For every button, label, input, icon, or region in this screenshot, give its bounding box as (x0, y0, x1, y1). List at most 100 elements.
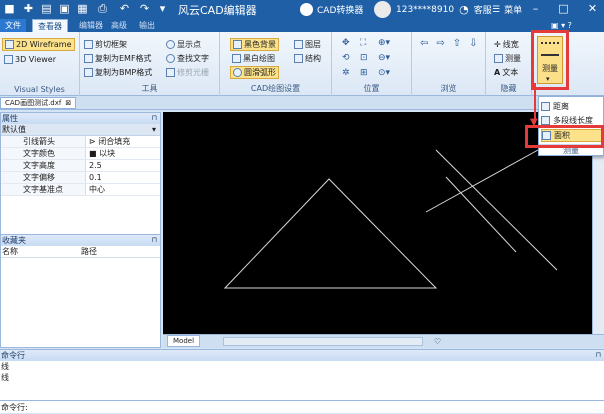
bw-drawing-button[interactable]: 黑白绘图 (232, 52, 275, 65)
show-points-button[interactable]: 显示点 (166, 38, 201, 51)
text-button[interactable]: A 文本 (494, 66, 518, 79)
close-tab-icon[interactable]: ⊠ (65, 98, 71, 108)
measure-button-label: 测量 (542, 64, 558, 73)
orbit-icon[interactable]: ✲ (342, 68, 360, 78)
copy-bmp-button[interactable]: 复制为BMP格式 (84, 66, 152, 79)
find-text-button[interactable]: 查找文字 (166, 52, 209, 65)
open-file-icon[interactable]: ▤ (40, 2, 53, 15)
property-value: 2.5 (89, 161, 102, 170)
title-bar: ■ ✚ ▤ ▣ ▦ ⎙ ↶ ↷ ▾ 风云CAD编辑器 CAD转换器 123***… (0, 0, 604, 19)
favorites-col-name[interactable]: 名称 (1, 246, 81, 257)
pin-icon[interactable]: ⊓ (596, 350, 601, 361)
clip-frame-button[interactable]: 剪切框架 (84, 38, 127, 51)
clip-frame-label: 剪切框架 (95, 40, 127, 49)
rotate-icon[interactable]: ⟲ (342, 53, 360, 63)
distance-label: 距离 (553, 102, 569, 111)
property-row[interactable]: 文字基准点 中心 (1, 184, 160, 196)
bw-drawing-label: 黑白绘图 (243, 54, 275, 63)
tab-advanced[interactable]: 高级 (106, 19, 132, 32)
group-position: ✥ ⛶ ⊕▾ ⟲ ⊡ ⊖▾ ✲ ⊞ ⊙▾ 位置 (332, 32, 412, 96)
document-tab[interactable]: CAD画图测试.dxf ⊠ (0, 97, 77, 109)
undo-icon[interactable]: ↶ (118, 2, 131, 15)
menu-item-distance[interactable]: 距离 (541, 100, 603, 113)
property-row[interactable]: 引线箭头 ⊳ 闭合填充 (1, 136, 160, 148)
black-background-label: 黑色背景 (244, 40, 276, 49)
pin-icon[interactable]: ⊓ (152, 113, 157, 124)
service-link[interactable]: 客服 (474, 3, 492, 16)
property-value-text: 以块 (99, 149, 116, 158)
structure-button[interactable]: 结构 (294, 52, 321, 65)
line-segment[interactable] (435, 149, 558, 271)
quick-access-dropdown-icon[interactable]: ▾ (156, 2, 169, 15)
model-tab[interactable]: Model (167, 335, 201, 347)
smooth-arc-button[interactable]: 圆滑弧形 (230, 66, 279, 79)
save-icon[interactable]: ▣ (58, 2, 71, 15)
close-icon[interactable]: ✕ (585, 2, 600, 16)
group-cad-settings: 黑色背景 黑白绘图 圆滑弧形 图层 结构 CAD绘图设置 (220, 32, 332, 96)
command-input[interactable]: 命令行: (0, 400, 604, 414)
extents-icon[interactable]: ⊞ (360, 68, 378, 78)
zoom-out-icon[interactable]: ⊖▾ (378, 53, 396, 63)
tab-output[interactable]: 输出 (134, 19, 160, 32)
pan-icon[interactable]: ✥ (342, 38, 360, 48)
property-row[interactable]: 文字偏移 0.1 (1, 172, 160, 184)
line-width-label: 线宽 (502, 40, 519, 49)
search-icon (166, 54, 175, 63)
print-icon[interactable]: ⎙ (96, 2, 109, 15)
maximize-icon[interactable]: □ (556, 2, 571, 16)
measure-small-button[interactable]: 测量 (494, 52, 521, 65)
line-segment[interactable] (445, 176, 517, 253)
cad-converter-button[interactable]: CAD转换器 (300, 1, 363, 17)
distance-icon (541, 102, 550, 111)
arrow-left-icon[interactable]: ⇦ (420, 38, 428, 49)
heart-icon[interactable]: ♡ (434, 337, 441, 346)
find-text-label: 查找文字 (177, 54, 209, 63)
property-value: ⊳ 闭合填充 (86, 136, 130, 147)
arrow-right-icon[interactable]: ⇨ (436, 38, 444, 49)
triangle-shape[interactable] (223, 178, 438, 289)
line-segment[interactable] (425, 149, 539, 213)
avatar[interactable] (374, 1, 391, 18)
zoom-in-icon[interactable]: ⊕▾ (378, 38, 396, 48)
fit-icon[interactable]: ⛶ (360, 38, 378, 48)
pin-icon[interactable]: ⊓ (152, 235, 157, 246)
black-background-button[interactable]: 黑色背景 (230, 38, 279, 51)
property-key: 文字基准点 (1, 184, 86, 195)
user-area[interactable]: 123****8910 ◔ 客服 (374, 0, 492, 19)
command-line: 线 (1, 373, 9, 382)
arrow-up-icon[interactable]: ⇧ (453, 38, 461, 49)
trim-raster-button[interactable]: 修剪光栅 (166, 66, 209, 79)
properties-panel: 属性 ⊓ 默认值 ▾ 引线箭头 ⊳ 闭合填充 文字颜色 ■ 以块 文字高度 2.5 文字偏… (0, 112, 161, 235)
group-tools: 剪切框架 复制为EMF格式 复制为BMP格式 显示点 查找文字 修剪光栅 工具 (80, 32, 220, 96)
window-zoom-icon[interactable]: ⊡ (360, 53, 378, 63)
show-points-icon (166, 40, 175, 49)
tab-file[interactable]: 文件 (0, 19, 26, 32)
zoom-icon[interactable]: ⊙▾ (378, 68, 396, 78)
wireframe-2d-button[interactable]: 2D Wireframe (2, 38, 75, 51)
layers-button[interactable]: 图层 (294, 38, 321, 51)
tab-viewer[interactable]: 查看器 (32, 19, 68, 32)
redo-icon[interactable]: ↷ (138, 2, 151, 15)
new-file-icon[interactable]: ✚ (22, 2, 35, 15)
tools-label: 工具 (141, 84, 158, 93)
menu-button[interactable]: ☰ 菜单 (492, 1, 522, 18)
text-icon: A (494, 68, 501, 77)
ruler-icon (494, 54, 503, 63)
horizontal-scrollbar[interactable] (223, 337, 423, 346)
property-row[interactable]: 文字高度 2.5 (1, 160, 160, 172)
arrow-down-icon[interactable]: ⇩ (469, 38, 477, 49)
measure-button[interactable]: 测量 ▾ (537, 36, 563, 84)
properties-category[interactable]: 默认值 ▾ (1, 124, 160, 136)
property-row[interactable]: 文字颜色 ■ 以块 (1, 148, 160, 160)
copy-bmp-label: 复制为BMP格式 (95, 68, 153, 77)
favorites-title: 收藏夹 (2, 236, 26, 245)
favorites-col-path[interactable]: 路径 (81, 246, 97, 257)
viewer-3d-button[interactable]: 3D Viewer (4, 53, 56, 66)
tab-editor[interactable]: 编辑器 (74, 19, 108, 32)
save-as-icon[interactable]: ▦ (76, 2, 89, 15)
property-value: 0.1 (89, 173, 102, 182)
user-phone: 123****8910 (396, 4, 455, 15)
line-width-button[interactable]: ✛ 线宽 (494, 38, 519, 51)
copy-emf-button[interactable]: 复制为EMF格式 (84, 52, 152, 65)
minimize-icon[interactable]: – (528, 2, 543, 16)
